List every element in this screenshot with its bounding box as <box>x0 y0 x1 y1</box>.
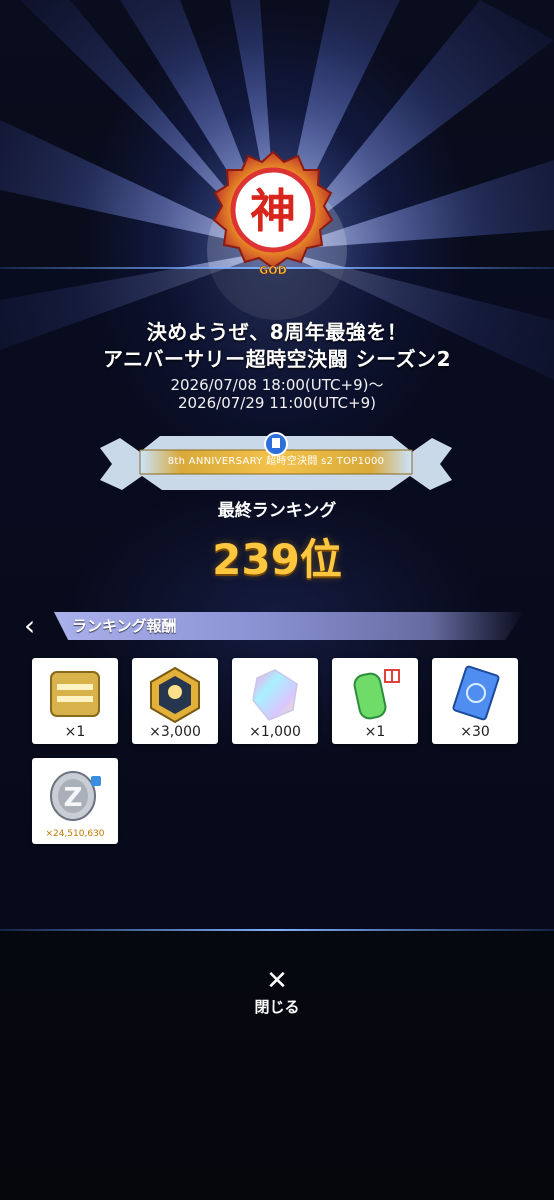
reward-item-blue-ticket[interactable]: ×30 <box>432 658 518 744</box>
rewards-section-title: ランキング報酬 <box>72 617 177 635</box>
reward-qty: ×1,000 <box>249 724 301 740</box>
reward-item-character-medal[interactable]: ×3,000 <box>132 658 218 744</box>
reward-item-zeni-coin[interactable]: Z ×24,510,630 <box>32 758 118 844</box>
emblem-sub: GOD <box>259 264 287 277</box>
close-icon: ✕ <box>266 966 288 996</box>
reward-item-rainbow-crystal[interactable]: ×1,000 <box>232 658 318 744</box>
chevron-left-icon[interactable]: ‹ <box>24 612 46 640</box>
panel-bottom-divider <box>0 929 554 931</box>
banner-text: 8th ANNIVERSARY 超時空決闘 s2 TOP1000 <box>167 456 385 467</box>
event-end-date: 2026/07/29 11:00(UTC+9) <box>177 394 376 412</box>
zeni-coin-icon: Z <box>50 771 101 821</box>
close-label: 閉じる <box>254 998 300 1016</box>
svg-text:Z: Z <box>64 783 83 813</box>
reward-qty: ×30 <box>460 724 490 740</box>
event-start-date: 2026/07/08 18:00(UTC+9)〜 <box>170 376 384 394</box>
event-title-line2: アニバーサリー超時空決闘 シーズン2 <box>102 347 452 371</box>
reward-qty: ×24,510,630 <box>45 829 105 839</box>
final-rank-value: 239位 <box>212 535 342 584</box>
reward-qty: ×3,000 <box>149 724 201 740</box>
close-button[interactable]: ✕ 閉じる <box>247 968 307 1017</box>
gold-plate-icon <box>50 671 100 717</box>
rainbow-crystal-icon <box>252 669 298 721</box>
reward-item-green-capsule[interactable]: ×1 <box>332 658 418 744</box>
reward-item-gold-plate[interactable]: ×1 <box>32 658 118 744</box>
god-rank-emblem-icon: 神 GOD <box>212 150 334 277</box>
emblem-text: 神 <box>250 184 296 238</box>
character-medal-icon <box>150 666 200 724</box>
green-capsule-gift-icon <box>353 669 400 720</box>
blue-ticket-icon <box>452 665 500 721</box>
reward-qty: ×1 <box>64 724 86 740</box>
final-ranking-label: 最終ランキング <box>217 501 337 521</box>
event-title-line1: 決めようぜ、8周年最強を！ <box>146 320 408 344</box>
reward-qty: ×1 <box>364 724 386 740</box>
